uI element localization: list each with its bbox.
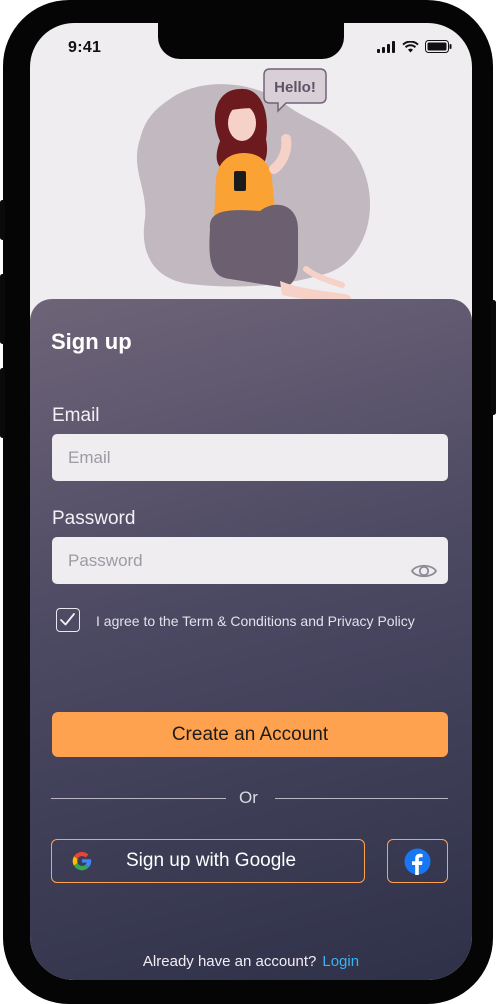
- notch: [158, 23, 344, 59]
- hello-illustration: Hello!: [136, 68, 371, 303]
- status-icons: [377, 40, 452, 53]
- status-time: 9:41: [68, 39, 102, 56]
- phone-volume-up: [0, 274, 5, 344]
- google-button-label: Sign up with Google: [126, 850, 297, 871]
- agree-checkbox[interactable]: [56, 608, 80, 632]
- eye-icon[interactable]: [410, 561, 438, 581]
- phone-power-button: [491, 300, 496, 415]
- wifi-icon: [402, 40, 419, 52]
- speech-bubble-text: Hello!: [274, 79, 316, 96]
- phone-frame: 9:41 Hello! Sign up Email Email Password…: [0, 0, 496, 1004]
- facebook-signup-button[interactable]: [387, 839, 448, 883]
- battery-icon: [425, 40, 452, 53]
- facebook-icon: [404, 848, 431, 875]
- google-icon: [72, 851, 92, 871]
- password-input[interactable]: [52, 537, 448, 584]
- app-screen: 9:41 Hello! Sign up Email Email Password…: [30, 23, 472, 980]
- phone-mute-switch: [0, 200, 5, 240]
- already-account-text: Already have an account?: [142, 953, 317, 970]
- email-input[interactable]: [52, 434, 448, 481]
- agree-text: I agree to the Term & Conditions and Pri…: [96, 613, 415, 629]
- password-label: Password: [52, 508, 136, 529]
- divider-or-text: Or: [239, 788, 258, 807]
- signup-panel: Sign up Email Password I agree to the Te…: [30, 299, 472, 980]
- divider-left: [51, 798, 226, 799]
- signup-title: Sign up: [51, 329, 132, 354]
- email-label: Email: [52, 405, 100, 426]
- checkmark-icon: [60, 613, 75, 626]
- signal-icon: [377, 40, 395, 53]
- create-account-button[interactable]: Create an Account: [52, 712, 448, 757]
- google-signup-button[interactable]: Sign up with Google: [51, 839, 365, 883]
- login-link[interactable]: Login: [322, 953, 359, 970]
- login-prompt: Already have an account? Login: [30, 953, 472, 970]
- divider-right: [275, 798, 448, 799]
- phone-volume-down: [0, 368, 5, 438]
